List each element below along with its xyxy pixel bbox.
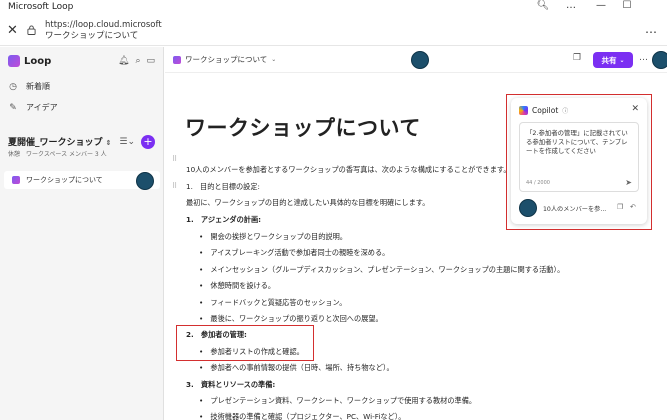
address-more-icon[interactable]: … bbox=[645, 22, 657, 36]
url-page-title: ワークショップについて bbox=[45, 31, 139, 41]
list-item: • フィードバックと質疑応答のセッション。 bbox=[199, 298, 347, 307]
list-item: • プレゼンテーション資料、ワークシート、ワークショップで使用する教材の準備。 bbox=[199, 396, 477, 405]
list-item: • 休憩時間を設ける。 bbox=[199, 281, 276, 290]
clock-icon: ◷ bbox=[9, 81, 17, 92]
sidebar-icons: 🔔︎ ⌕ ▭ bbox=[118, 56, 155, 66]
sidebar-item-recent[interactable]: ◷ 新着順 bbox=[8, 81, 50, 92]
bell-icon[interactable]: 🔔︎ bbox=[118, 56, 129, 66]
list-item: • 最後に、ワークショップの振り返りと次回への展望。 bbox=[199, 314, 383, 323]
maximize-button[interactable]: ☐ bbox=[618, 0, 636, 11]
window-more-icon[interactable]: … bbox=[562, 0, 580, 11]
sidebar-page-label: ワークショップについて bbox=[26, 176, 103, 184]
highlight-box bbox=[176, 325, 314, 361]
paragraph: 10人のメンバーを参加者とするワークショップの香写真は、次のような構成にすること… bbox=[186, 165, 511, 174]
list-item: • メインセッション（グループディスカッション、プレゼンテーション、ワークショッ… bbox=[199, 265, 565, 274]
app-name: Loop bbox=[24, 55, 52, 67]
send-icon[interactable]: ➤ bbox=[625, 178, 632, 187]
sidebar-item-label: 新着順 bbox=[26, 82, 50, 91]
list-item: • 参加者への事前情報の提供（日時、場所、持ち物など）。 bbox=[199, 363, 394, 372]
url-display[interactable]: https://loop.cloud.microsoft ワークショップについて bbox=[45, 20, 162, 42]
copilot-header: Copilot ⓘ bbox=[519, 106, 568, 115]
minimize-button[interactable]: — bbox=[592, 0, 610, 11]
close-icon[interactable]: ✕ bbox=[7, 23, 18, 38]
workspace-subtitle: 休憩 ワークスペース メンバー 3 人 bbox=[8, 151, 107, 158]
share-label: 共有 bbox=[601, 55, 617, 65]
sidebar: Loop 🔔︎ ⌕ ▭ ◷ 新着順 ✎ アイデア 夏開催_ワークショップ ⇕ 休… bbox=[0, 47, 164, 420]
page-icon bbox=[173, 55, 181, 64]
copy-icon[interactable]: ❐ bbox=[617, 203, 623, 211]
loop-logo[interactable]: Loop bbox=[8, 55, 51, 67]
sidebar-item-ideas[interactable]: ✎ アイデア bbox=[8, 102, 58, 113]
share-button[interactable]: 共有 ⌄ bbox=[593, 52, 633, 68]
loop-logo-icon bbox=[8, 55, 20, 67]
lock-icon bbox=[27, 25, 36, 35]
window-titlebar: Microsoft Loop 🔍︎ … — ☐ bbox=[0, 0, 667, 16]
presence-avatar[interactable] bbox=[519, 199, 537, 217]
list-item: 1. 目的と目標の設定: bbox=[186, 182, 260, 191]
list-item: • 開会の挨拶とワークショップの目的説明。 bbox=[199, 232, 347, 241]
list-item: • 技術機器の準備と確認（プロジェクター、PC、Wi-Fiなど）。 bbox=[199, 412, 406, 420]
main-area: ワークショップについて ⌄ ❐ 共有 ⌄ … ワークショップについて ⠿ ⠿ 1… bbox=[165, 47, 667, 420]
drag-handle-icon[interactable]: ⠿ bbox=[172, 182, 177, 190]
copilot-prompt-input[interactable]: 「2.参加者の管理」に記載されている参加者リストについて、テンプレートを作成して… bbox=[519, 122, 639, 192]
zoom-icon[interactable]: 🔍︎ bbox=[534, 0, 552, 11]
address-bar: ✕ https://loop.cloud.microsoft ワークショップにつ… bbox=[0, 16, 667, 46]
page-toolbar: ワークショップについて ⌄ ❐ 共有 ⌄ … bbox=[165, 47, 667, 73]
copilot-context-bar: 10人のメンバーを参... ❐ ↶ bbox=[519, 199, 639, 217]
copilot-panel: Copilot ⓘ ✕ 「2.参加者の管理」に記載されている参加者リストについて… bbox=[511, 98, 647, 224]
undo-icon[interactable]: ↶ bbox=[630, 203, 636, 211]
chevron-down-icon: ⌄ bbox=[271, 56, 277, 63]
pen-icon: ✎ bbox=[9, 102, 17, 113]
copilot-icon bbox=[519, 106, 528, 115]
toolbar-more-icon[interactable]: … bbox=[639, 53, 648, 63]
layout-icon[interactable]: ▭ bbox=[146, 56, 155, 66]
presence-avatar[interactable] bbox=[411, 51, 429, 69]
list-item: 3. 資料とリソースの準備: bbox=[186, 380, 276, 389]
sidebar-item-label: アイデア bbox=[26, 103, 58, 112]
paragraph: 最初に、ワークショップの目的と達成したい具体的な目標を明確にします。 bbox=[186, 198, 430, 207]
window-title: Microsoft Loop bbox=[8, 2, 74, 12]
workspace-title[interactable]: 夏開催_ワークショップ ⇕ bbox=[8, 135, 112, 148]
list-menu-icon[interactable]: ☰⌄ bbox=[119, 137, 135, 147]
page-icon bbox=[12, 176, 20, 184]
add-page-button[interactable]: + bbox=[141, 135, 155, 149]
chevron-updown-icon: ⇕ bbox=[105, 139, 112, 147]
copilot-title: Copilot bbox=[532, 106, 559, 115]
url-text: https://loop.cloud.microsoft bbox=[45, 20, 162, 30]
search-icon[interactable]: ⌕ bbox=[135, 56, 140, 66]
pages-icon[interactable]: ❐ bbox=[573, 53, 581, 63]
page-title[interactable]: ワークショップについて bbox=[185, 112, 421, 142]
chevron-down-icon: ⌄ bbox=[619, 56, 625, 64]
presence-avatar[interactable] bbox=[136, 172, 154, 190]
workspace-tools: ☰⌄ + bbox=[119, 135, 155, 149]
breadcrumb[interactable]: ワークショップについて ⌄ bbox=[173, 54, 276, 65]
breadcrumb-label: ワークショップについて bbox=[185, 55, 268, 64]
close-icon[interactable]: ✕ bbox=[631, 104, 639, 114]
presence-avatar[interactable] bbox=[652, 51, 667, 69]
context-chip[interactable]: 10人のメンバーを参... bbox=[543, 204, 606, 213]
copilot-prompt-text: 「2.参加者の管理」に記載されている参加者リストについて、テンプレートを作成して… bbox=[526, 129, 628, 155]
list-item: • アイスブレーキング活動で参加者同士の親睦を深める。 bbox=[199, 248, 390, 257]
info-icon[interactable]: ⓘ bbox=[562, 106, 568, 115]
list-item: 1. アジェンダの計画: bbox=[186, 215, 262, 224]
char-count: 44 / 2000 bbox=[526, 180, 550, 186]
drag-handle-icon[interactable]: ⠿ bbox=[172, 155, 177, 163]
